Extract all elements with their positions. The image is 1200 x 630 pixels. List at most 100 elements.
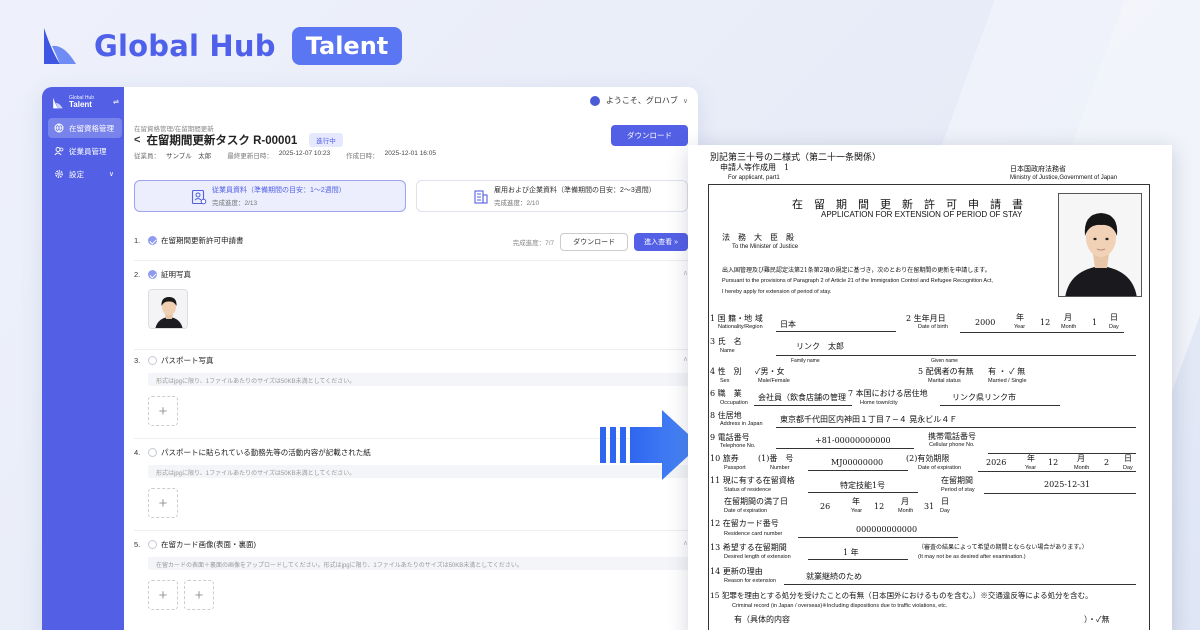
day-label-en: Day — [940, 508, 950, 514]
field-6: 6 職 業 — [710, 389, 742, 398]
sidebar: Global Hub Talent ⇌ 在留資格管理 従業員管理 設定 ∨ — [42, 87, 124, 630]
birth-month[interactable]: 12 — [1040, 318, 1050, 327]
sex-value[interactable]: ✓男・女 — [755, 366, 784, 377]
pursuant-en-2: I hereby apply for extension of period o… — [722, 289, 832, 295]
item-download-button[interactable]: ダウンロード — [560, 233, 629, 251]
portrait-image — [1059, 194, 1141, 296]
field-3: 3 氏 名 — [710, 337, 742, 346]
user-menu[interactable]: ようこそ、グロハブ ∨ — [589, 95, 688, 106]
download-button[interactable]: ダウンロード — [611, 125, 688, 146]
category-employee-docs[interactable]: 従業員資料（準備期間の目安：1～2週間） 完成進度：2/13 — [134, 180, 406, 212]
field-label: 氏 名 — [717, 337, 742, 346]
expiry-day[interactable]: 31 — [924, 502, 934, 511]
field-label-en: Nationality/Region — [718, 324, 763, 330]
underline — [808, 492, 918, 493]
expiry-date-label: 在留期間の満了日 — [724, 497, 788, 506]
brand-name: Global Hub — [94, 29, 276, 63]
desired-period-note-en: (It may not be as desired after examinat… — [918, 554, 1026, 560]
field-label: 旅券 — [722, 454, 739, 463]
sidebar-item-label: 在留資格管理 — [69, 123, 114, 133]
sidebar-item-label: 設定 — [69, 169, 84, 179]
sidebar-toggle-icon[interactable]: ⇌ — [113, 98, 119, 106]
government-en: Ministry of Justice,Government of Japan — [1010, 175, 1118, 181]
nationality-value[interactable]: 日本 — [780, 319, 796, 330]
item-number: 4. — [134, 447, 141, 457]
passport-expiry-year[interactable]: 2026 — [986, 458, 1006, 467]
created-value: 2025-12-01 16:05 — [384, 150, 436, 157]
day-label-en: Day — [1109, 324, 1119, 330]
expiry-month[interactable]: 12 — [874, 502, 884, 511]
sidebar-brand-small: Global Hub — [69, 95, 95, 101]
category-label: 従業員資料（準備期間の目安：1～2週間） — [212, 187, 346, 194]
occupation-value[interactable]: 会社員（飲食店舗の管理 — [758, 392, 848, 403]
field-label-en: Desired length of extension — [724, 554, 791, 560]
residence-card-number-value[interactable]: 000000000000 — [856, 525, 917, 534]
field-label-en: Telephone No. — [720, 443, 756, 449]
field-label: 現に有する在留資格 — [722, 476, 795, 485]
birth-day[interactable]: 1 — [1092, 318, 1097, 327]
field-1: 1 国 籍・地 域 — [710, 314, 763, 323]
back-icon[interactable]: < — [134, 134, 140, 146]
page-title: < 在留期間更新タスク R-00001 進行中 — [134, 132, 343, 148]
hometown-value[interactable]: リンク県リンク市 — [952, 392, 1016, 403]
employee-value: サンプル 太郎 — [166, 153, 212, 160]
name-value[interactable]: リンク 太郎 — [796, 341, 844, 352]
upload-button[interactable]: + — [148, 488, 178, 518]
upload-button-front[interactable]: + — [148, 580, 178, 610]
underline — [776, 331, 896, 332]
field-8: 8 住居地 — [710, 411, 742, 420]
task-meta: 従業員： サンプル 太郎 最終更新日時： 2025-12-07 10:23 作成日時… — [134, 150, 436, 160]
brand-badge: Talent — [291, 27, 403, 65]
day-label: 日 — [1124, 454, 1132, 463]
sidebar-item-settings[interactable]: 設定 ∨ — [48, 164, 122, 184]
marital-value[interactable]: 有 ・ ✓ 無 — [988, 366, 1025, 377]
gear-icon — [55, 170, 63, 178]
passport-number-value[interactable]: MJ00000000 — [831, 458, 883, 467]
upload-button-back[interactable]: + — [184, 580, 214, 610]
desired-period-value[interactable]: 1 年 — [843, 547, 859, 558]
field-label: 住居地 — [717, 411, 742, 420]
underline — [984, 493, 1136, 494]
category-company-docs[interactable]: 雇用および企業資料（準備期間の目安：2～3週間） 完成進度：2/10 — [416, 180, 688, 212]
check-circle-icon — [148, 269, 157, 279]
id-photo-thumbnail[interactable] — [148, 289, 188, 329]
expiry-date-label-en: Date of expiration — [724, 508, 768, 514]
telephone-value[interactable]: +81-00000000000 — [815, 436, 891, 445]
app-window: Global Hub Talent ⇌ 在留資格管理 従業員管理 設定 ∨ よう… — [42, 87, 698, 630]
month-label: 月 — [1077, 454, 1085, 463]
sidebar-item-residence-management[interactable]: 在留資格管理 — [48, 118, 122, 138]
field-label-en: Address in Japan — [720, 421, 763, 427]
upload-hint: 在留カードの表面＋裏面の画像をアップロードしてください。形式はjpgに限り、1フ… — [148, 557, 688, 570]
given-name-label: Given name — [931, 358, 958, 364]
field-label-en: Date of birth — [918, 324, 948, 330]
residence-status-value[interactable]: 特定技能1号 — [840, 480, 885, 491]
expiry-year[interactable]: 26 — [820, 502, 830, 511]
field-label: 在留カード番号 — [722, 519, 779, 528]
underline — [776, 355, 1136, 356]
birth-year[interactable]: 2000 — [975, 318, 995, 327]
field-label: 性 別 — [717, 367, 742, 376]
field-label-en: Sex — [720, 378, 730, 384]
underline — [808, 559, 908, 560]
portrait-image — [149, 290, 187, 328]
sidebar-brand[interactable]: Global Hub Talent — [52, 96, 94, 109]
sidebar-item-employees[interactable]: 従業員管理 — [48, 141, 122, 161]
field-7: 7 本国における居住地 — [848, 389, 928, 398]
item-title: パスポート写真 — [161, 355, 214, 365]
passport-number-label: (1)番 号 — [758, 454, 794, 463]
passport-expiry-month[interactable]: 12 — [1048, 458, 1058, 467]
address-value[interactable]: 東京都千代田区内神田１丁目７−４ 晃永ビル４Ｆ — [780, 414, 957, 425]
period-of-stay-value[interactable]: 2025-12-31 — [1044, 480, 1090, 489]
field-label: 生年月日 — [913, 314, 946, 323]
item-title: 証明写真 — [161, 269, 191, 279]
upload-button[interactable]: + — [148, 396, 178, 426]
field-label: 職 業 — [717, 389, 742, 398]
criminal-record-value[interactable]: ）・✓無 — [1084, 614, 1109, 625]
reason-value[interactable]: 就業継続のため — [806, 571, 862, 582]
passport-expiry-day[interactable]: 2 — [1104, 458, 1109, 467]
field-10: 10 旅券 — [710, 454, 739, 463]
field-label: 希望する在留期間 — [722, 543, 787, 552]
field-2: 2 生年月日 — [906, 314, 946, 323]
view-details-button[interactable]: 進入查看 » — [634, 233, 688, 251]
globe-icon — [54, 123, 64, 133]
